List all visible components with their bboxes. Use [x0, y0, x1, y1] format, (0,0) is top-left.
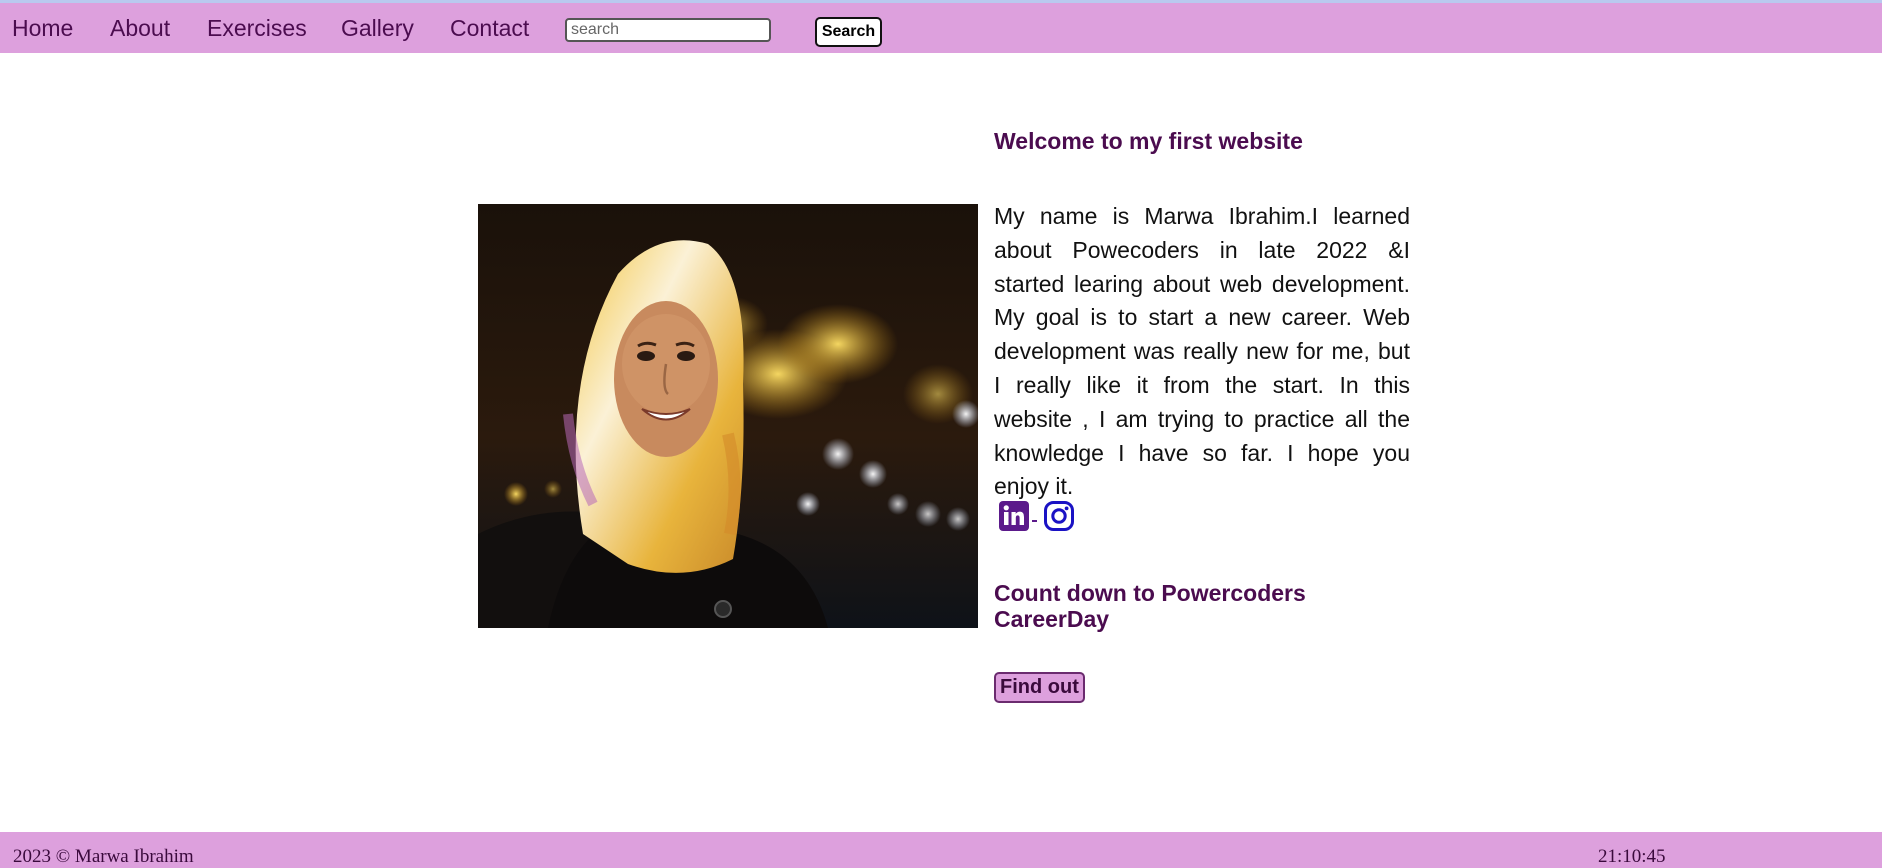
profile-photo — [478, 204, 978, 628]
clock-time: 21:10:45 — [1598, 846, 1666, 867]
copyright-text: 2023 © Marwa Ibrahim — [13, 846, 194, 867]
search-button[interactable]: Search — [815, 17, 882, 47]
bio-paragraph: My name is Marwa Ibrahim.I learned about… — [994, 203, 1410, 500]
countdown-heading: Count down to Powercoders CareerDay — [994, 580, 1306, 632]
find-out-button[interactable]: Find out — [994, 672, 1085, 703]
nav-contact-link[interactable]: Contact — [450, 15, 529, 42]
nav-exercises-link[interactable]: Exercises — [207, 15, 307, 42]
nav-gallery-link[interactable]: Gallery — [341, 15, 414, 42]
linkedin-icon[interactable] — [998, 500, 1030, 532]
navbar: Home About Exercises Gallery Contact Sea… — [0, 3, 1882, 53]
nav-about-link[interactable]: About — [110, 15, 170, 42]
footer: 2023 © Marwa Ibrahim 21:10:45 — [0, 832, 1882, 868]
nav-home-link[interactable]: Home — [12, 15, 73, 42]
search-input[interactable] — [565, 18, 771, 42]
welcome-heading: Welcome to my first website — [994, 128, 1303, 154]
icon-separator — [1032, 520, 1037, 522]
instagram-icon[interactable] — [1043, 500, 1075, 532]
